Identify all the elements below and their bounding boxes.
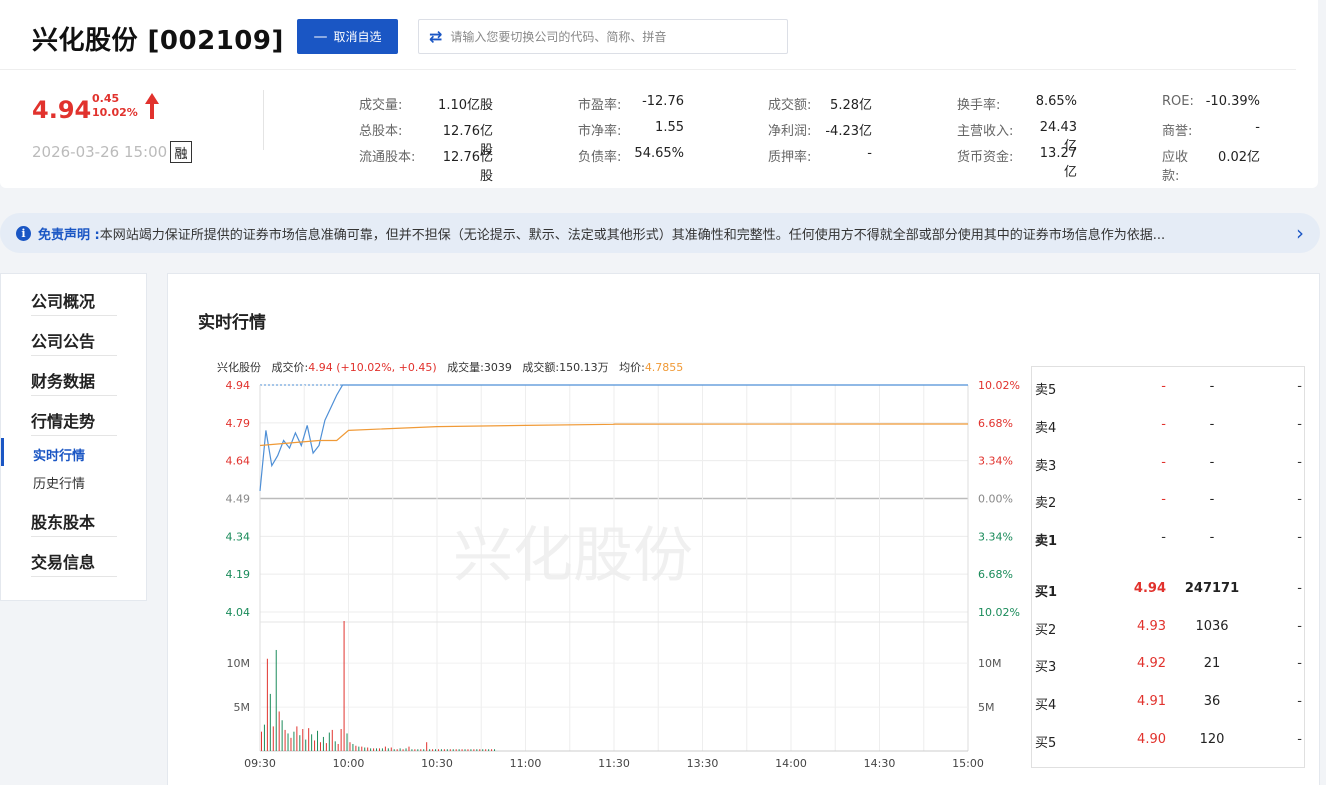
- y-right-tick-label: 6.68%: [978, 417, 1013, 430]
- stat-turnover-rate: 换手率: 8.65%: [957, 94, 1077, 113]
- volume-right-tick-label: 10M: [978, 657, 1002, 670]
- stat-debt-ratio: 负债率: 54.65%: [578, 146, 684, 165]
- buy-row-4: 买4 4.91 36-: [1035, 694, 1302, 713]
- margin-badge: 融: [170, 141, 192, 163]
- volume-right-tick-label: 5M: [978, 701, 995, 714]
- stats-column-3: 成交额: 5.28亿 净利润: -4.23亿 质押率: -: [768, 94, 872, 172]
- sell-row-2: 卖2- - -: [1035, 492, 1302, 511]
- stat-float-shares: 流通股本: 12.76亿股: [359, 150, 493, 184]
- y-right-tick-label: 0.00%: [978, 493, 1013, 506]
- change-abs: 0.45: [92, 92, 120, 105]
- up-arrow-icon: [145, 93, 159, 119]
- stat-pb: 市净率: 1.55: [578, 120, 684, 139]
- current-price: 4.94: [32, 96, 92, 124]
- sell-row-5: 卖5- - -: [1035, 379, 1302, 398]
- disclaimer-text: 本网站竭力保证所提供的证券市场信息准确可靠，但并不担保（无论提示、默示、法定或其…: [99, 227, 1166, 243]
- stats-column-1: 成交量: 1.10亿股 总股本: 12.76亿股 流通股本: 12.76亿股: [359, 94, 493, 184]
- stats-column-5: ROE: -10.39% 商誉: - 应收款: 0.02亿: [1162, 94, 1260, 184]
- y-left-tick-label: 4.19: [226, 568, 251, 581]
- sidebar-item-financials[interactable]: 财务数据: [31, 366, 117, 396]
- volume-left-tick-label: 5M: [234, 701, 251, 714]
- y-left-tick-label: 4.79: [226, 417, 251, 430]
- y-right-tick-label: 10.02%: [978, 606, 1020, 619]
- x-tick-label: 09:30: [244, 757, 276, 770]
- stat-receivables: 应收款: 0.02亿: [1162, 150, 1260, 184]
- buy-row-5: 买5 4.90 120-: [1035, 732, 1302, 751]
- intraday-chart[interactable]: 兴化股份 4.94 10.02% 4.79 6.68% 4.64 3.34% 4.49 0.00…: [168, 366, 1028, 785]
- search-input[interactable]: [450, 29, 771, 44]
- y-right-tick-label: 6.68%: [978, 568, 1013, 581]
- company-search[interactable]: ⇄: [418, 19, 788, 54]
- disclaimer-banner[interactable]: i 免责声明 : 本网站竭力保证所提供的证券市场信息准确可靠，但并不担保（无论提…: [0, 213, 1320, 253]
- stat-turnover-amount: 成交额: 5.28亿: [768, 98, 872, 113]
- x-tick-label: 11:30: [598, 757, 630, 770]
- book-separator: [1032, 563, 1304, 567]
- section-title: 实时行情: [198, 313, 266, 333]
- info-icon: i: [16, 225, 31, 241]
- y-left-tick-label: 4.34: [226, 530, 251, 543]
- unfollow-button[interactable]: — 取消自选: [297, 19, 398, 54]
- y-right-tick-label: 10.02%: [978, 379, 1020, 392]
- stat-pe: 市盈率: -12.76: [578, 94, 684, 113]
- y-left-tick-label: 4.94: [226, 379, 251, 392]
- volume-left-tick-label: 10M: [227, 657, 251, 670]
- chevron-right-icon[interactable]: ›: [1296, 221, 1304, 245]
- sidebar-item-trading-info[interactable]: 交易信息: [31, 547, 117, 577]
- x-tick-label: 14:30: [864, 757, 896, 770]
- sidebar-item-company-overview[interactable]: 公司概况: [31, 286, 117, 316]
- stats-column-2: 市盈率: -12.76 市净率: 1.55 负债率: 54.65%: [578, 94, 684, 172]
- y-left-tick-label: 4.64: [226, 455, 251, 468]
- y-left-tick-label: 4.04: [226, 606, 251, 619]
- sidebar-item-announcements[interactable]: 公司公告: [31, 326, 117, 356]
- stat-pledge-ratio: 质押率: -: [768, 146, 872, 165]
- x-tick-label: 14:00: [775, 757, 807, 770]
- stat-net-profit: 净利润: -4.23亿: [768, 124, 872, 139]
- buy-row-3: 买3 4.92 21-: [1035, 656, 1302, 675]
- sidebar-item-market-trend[interactable]: 行情走势: [31, 406, 117, 436]
- stat-goodwill: 商誉: -: [1162, 120, 1260, 139]
- x-tick-label: 10:30: [421, 757, 453, 770]
- company-title: 兴化股份 [002109]: [32, 26, 284, 56]
- sidebar-sub-realtime[interactable]: 实时行情: [33, 445, 85, 464]
- price-timestamp: 2026-03-26 15:00: [32, 143, 168, 161]
- header-divider: [0, 69, 1296, 70]
- x-tick-label: 15:00: [952, 757, 984, 770]
- stat-total-shares: 总股本: 12.76亿股: [359, 124, 493, 158]
- sell-row-1: 卖1- - -: [1035, 530, 1302, 549]
- x-tick-label: 10:00: [333, 757, 365, 770]
- disclaimer-title: 免责声明 :: [38, 227, 100, 243]
- realtime-panel: 实时行情 兴化股份 成交价:4.94 (+10.02%, +0.45) 成交量:…: [167, 273, 1320, 785]
- stat-cash: 货币资金: 13.27亿: [957, 146, 1077, 180]
- stock-header: 兴化股份 [002109] — 取消自选 ⇄ 4.94 0.45 10.02% …: [0, 0, 1318, 188]
- swap-icon: ⇄: [429, 27, 443, 46]
- buy-row-2: 买2 4.93 1036-: [1035, 619, 1302, 638]
- buy-row-1: 买1 4.94 247171-: [1035, 581, 1302, 600]
- change-pct: 10.02%: [92, 106, 138, 119]
- y-right-tick-label: 3.34%: [978, 530, 1013, 543]
- stat-roe: ROE: -10.39%: [1162, 94, 1260, 109]
- sidebar-nav: 公司概况 公司公告 财务数据 行情走势 实时行情 历史行情 股东股本 交易信息: [0, 273, 147, 601]
- sell-row-3: 卖3- - -: [1035, 455, 1302, 474]
- order-book: 卖5- - - 卖4- - - 卖3- - - 卖2- - - 卖1- - - 买1 4.94 2471…: [1031, 366, 1305, 768]
- y-right-tick-label: 3.34%: [978, 455, 1013, 468]
- stats-column-4: 换手率: 8.65% 主营收入: 24.43亿 货币资金: 13.27亿: [957, 94, 1077, 180]
- sidebar-item-shareholders[interactable]: 股东股本: [31, 507, 117, 537]
- unfollow-label: 取消自选: [333, 30, 382, 44]
- active-indicator: [1, 438, 4, 466]
- x-tick-label: 13:30: [687, 757, 719, 770]
- stat-revenue: 主营收入: 24.43亿: [957, 120, 1077, 154]
- price-change: 0.45 10.02%: [92, 92, 138, 120]
- minus-icon: —: [313, 28, 328, 45]
- vertical-divider: [263, 90, 264, 150]
- sidebar-sub-history[interactable]: 历史行情: [33, 473, 85, 492]
- stat-volume: 成交量: 1.10亿股: [359, 98, 493, 113]
- x-tick-label: 11:00: [510, 757, 542, 770]
- chart-watermark: 兴化股份: [453, 521, 693, 591]
- sell-row-4: 卖4- - -: [1035, 417, 1302, 436]
- y-left-tick-label: 4.49: [226, 493, 251, 506]
